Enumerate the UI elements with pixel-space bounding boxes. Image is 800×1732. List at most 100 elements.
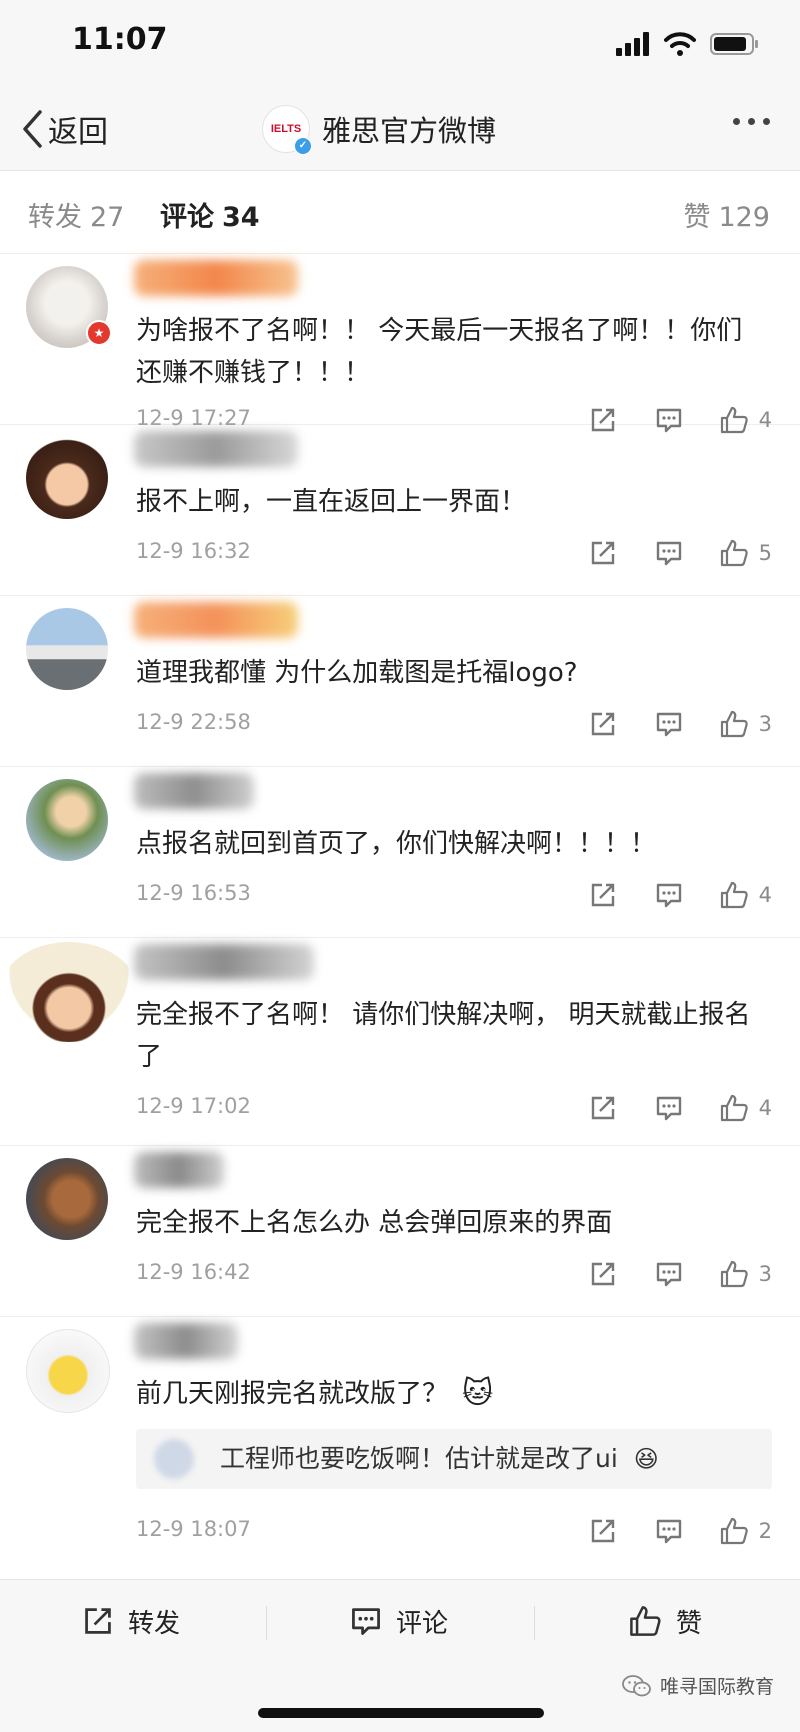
avatar[interactable] [0, 942, 138, 1042]
wechat-icon [622, 1674, 651, 1696]
tab-comment-count: 34 [222, 202, 260, 233]
share-icon [591, 1519, 614, 1543]
like-button[interactable]: 赞 [628, 1596, 702, 1646]
share-button[interactable] [589, 1094, 617, 1122]
chevron-left-icon [23, 110, 42, 148]
comment-actions: 5 [589, 535, 772, 571]
cat-emoji-icon: 🐱 [462, 1376, 494, 1411]
share-icon [591, 1096, 614, 1120]
divider [534, 1606, 535, 1640]
thumbs-up-icon [720, 1517, 748, 1545]
comment-text: 完全报不上名怎么办 总会弹回原来的界面 [136, 1208, 613, 1238]
share-icon [85, 1608, 111, 1634]
reply-button[interactable] [655, 710, 683, 738]
more-options-icon[interactable] [733, 118, 770, 125]
comment-icon [656, 1096, 681, 1121]
username-blurred[interactable] [134, 1323, 238, 1359]
username-blurred[interactable] [134, 260, 298, 296]
like-count: 4 [758, 883, 772, 907]
comment-meta: 12-9 16:32 5 [136, 535, 776, 571]
reply-button[interactable] [655, 881, 683, 909]
thumbs-up-icon [720, 539, 748, 567]
tab-comment[interactable]: 评论 34 [160, 195, 260, 234]
comment-actions: 3 [589, 706, 772, 742]
like-count: 3 [758, 712, 772, 736]
share-icon [591, 883, 614, 907]
tab-like-label: 赞 [683, 202, 711, 233]
grin-emoji-icon: 😆 [633, 1445, 659, 1473]
comment-time: 12-9 17:02 [136, 1094, 251, 1118]
tab-like-count: 129 [718, 202, 770, 233]
share-icon [591, 541, 614, 565]
comment-button[interactable]: 评论 [350, 1596, 448, 1646]
comment-actions: 4 [589, 1090, 772, 1126]
like-button[interactable]: 4 [719, 880, 772, 910]
comment-item: 报不上啊，一直在返回上一界面！ 12-9 16:32 5 [0, 425, 800, 596]
like-count: 5 [758, 541, 772, 565]
logo-text: IELTS [270, 123, 302, 135]
comment-item: 点报名就回到首页了，你们快解决啊！！！！ 12-9 16:53 4 [0, 767, 800, 938]
share-button[interactable] [589, 881, 617, 909]
like-button[interactable]: 3 [719, 709, 772, 739]
comment-actions: 2 [589, 1513, 772, 1549]
comment-time: 12-9 16:32 [136, 539, 251, 563]
watermark: 唯寻国际教育 [622, 1672, 774, 1699]
share-button[interactable] [589, 1517, 617, 1545]
divider [266, 1606, 267, 1640]
reply-button[interactable] [655, 1094, 683, 1122]
comment-text: 前几天刚报完名就改版了？ [136, 1379, 449, 1409]
comment-icon [656, 712, 681, 737]
like-count: 2 [758, 1519, 772, 1543]
status-icons [616, 30, 760, 58]
tab-repost-count: 27 [90, 202, 125, 233]
comment-actions: 3 [589, 1256, 772, 1292]
avatar[interactable] [26, 437, 108, 519]
tab-comment-label: 评论 [160, 202, 214, 233]
like-button[interactable]: 2 [719, 1516, 772, 1546]
username-blurred[interactable] [134, 602, 298, 638]
like-button[interactable]: 3 [719, 1259, 772, 1289]
comment-icon [656, 541, 681, 566]
comment-text: 点报名就回到首页了，你们快解决啊！！！！ [136, 829, 657, 859]
comment-icon [656, 1262, 681, 1287]
bottom-toolbar: 转发 评论 赞 唯寻国际教育 [0, 1579, 800, 1732]
avatar[interactable] [26, 779, 108, 861]
share-button[interactable] [589, 539, 617, 567]
comment-label: 评论 [396, 1608, 449, 1639]
tab-like[interactable]: 赞 129 [683, 195, 770, 234]
like-button[interactable]: 4 [719, 1093, 772, 1123]
repost-button[interactable]: 转发 [82, 1596, 180, 1646]
username-blurred[interactable] [134, 431, 298, 467]
reply-button[interactable] [655, 1517, 683, 1545]
comment-time: 12-9 16:42 [136, 1260, 251, 1284]
username-blurred[interactable] [134, 1152, 224, 1188]
username-blurred[interactable] [134, 773, 254, 809]
badge-icon: ★ [86, 320, 112, 346]
avatar[interactable] [26, 1158, 108, 1240]
avatar[interactable] [26, 608, 108, 690]
back-button[interactable]: 返回 [20, 104, 108, 154]
share-button[interactable] [589, 1260, 617, 1288]
reply-button[interactable] [655, 1260, 683, 1288]
page-title: 雅思官方微博 [322, 114, 497, 148]
reply-avatar [154, 1439, 194, 1479]
like-count: 4 [758, 1096, 772, 1120]
comment-meta: 12-9 17:02 4 [136, 1090, 776, 1126]
share-button[interactable] [589, 710, 617, 738]
comment-time: 12-9 22:58 [136, 710, 251, 734]
comment-meta: 12-9 22:58 3 [136, 706, 776, 742]
watermark-text: 唯寻国际教育 [659, 1676, 774, 1698]
account-header[interactable]: IELTS ✓ 雅思官方微博 [262, 102, 496, 156]
avatar[interactable] [26, 1329, 110, 1413]
battery-icon [710, 33, 758, 55]
share-icon [591, 712, 614, 736]
tab-repost[interactable]: 转发 27 [28, 195, 124, 234]
reply-box[interactable]: 工程师也要吃饭啊！估计就是改了ui 😆 [136, 1429, 772, 1489]
home-indicator[interactable] [258, 1708, 544, 1718]
back-label: 返回 [48, 115, 108, 150]
comment-item: 完全报不上名怎么办 总会弹回原来的界面 12-9 16:42 3 [0, 1146, 800, 1317]
comment-text-row: 前几天刚报完名就改版了？ 🐱 [136, 1373, 766, 1415]
reply-button[interactable] [655, 539, 683, 567]
username-blurred[interactable] [134, 944, 314, 980]
like-button[interactable]: 5 [719, 538, 772, 568]
